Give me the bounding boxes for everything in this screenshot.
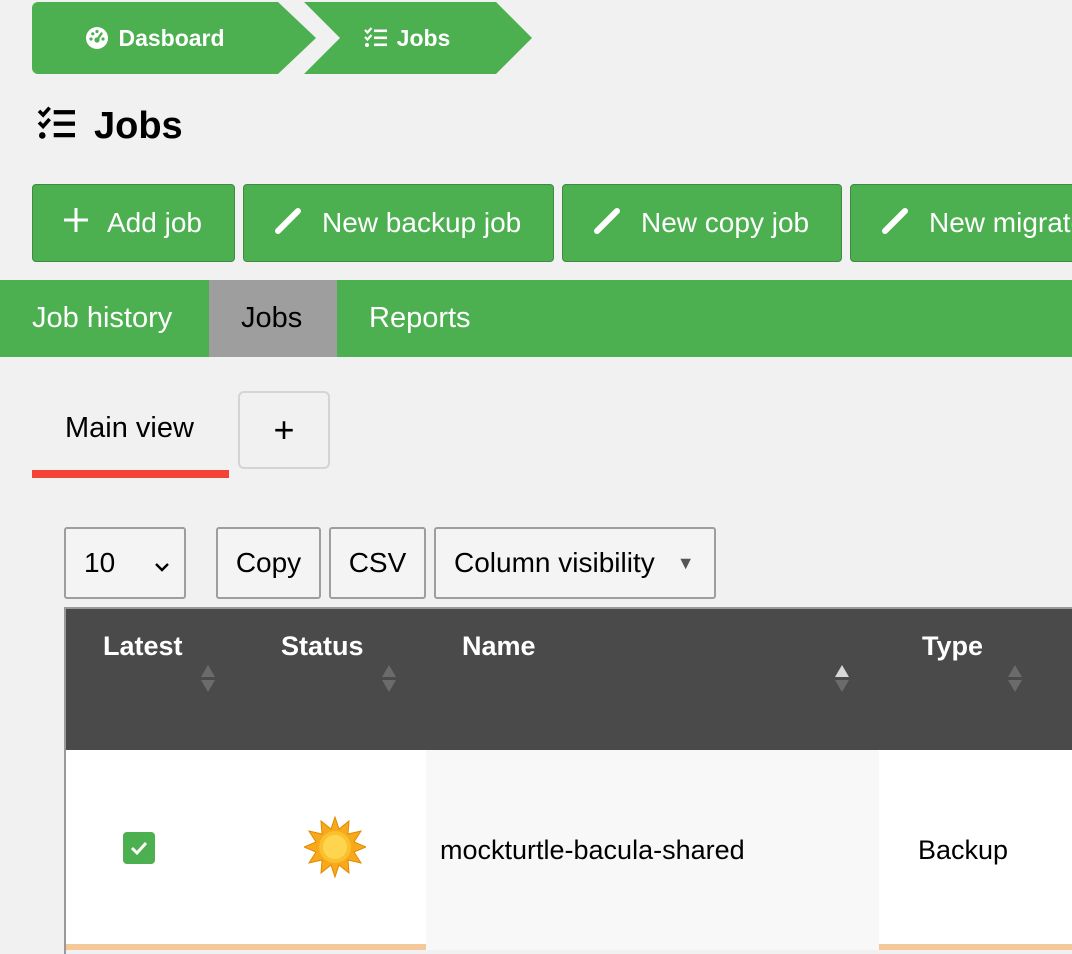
cell-status — [244, 750, 426, 950]
column-visibility-button[interactable]: Column visibility ▼ — [434, 527, 716, 599]
nav-jobs[interactable]: Jobs — [209, 280, 337, 357]
column-header-label: Name — [462, 631, 536, 661]
add-job-button[interactable]: Add job — [32, 184, 235, 262]
tasks-list-icon — [363, 27, 388, 49]
cell-name[interactable]: mockturtle-bacula-shared — [426, 750, 879, 950]
page-length-select[interactable]: 10 — [64, 527, 186, 599]
page-title-text: Jobs — [94, 105, 183, 147]
column-header-label: Latest — [103, 631, 183, 661]
new-migrate-job-label: New migrate job — [929, 207, 1072, 238]
nav-reports[interactable]: Reports — [337, 280, 503, 357]
table-row[interactable]: mockturtle-bacula-shared Backup — [66, 750, 1072, 950]
pencil-icon — [274, 205, 304, 242]
pencil-icon — [593, 205, 623, 242]
pencil-icon — [881, 205, 911, 242]
new-backup-job-label: New backup job — [322, 207, 522, 238]
sort-icon — [1007, 665, 1023, 692]
sun-icon — [302, 814, 368, 885]
breadcrumb-dashboard[interactable]: Dasboard — [32, 2, 316, 74]
csv-button[interactable]: CSV — [329, 527, 426, 599]
new-backup-job-button[interactable]: New backup job — [243, 184, 554, 262]
column-header-latest[interactable]: Latest — [66, 609, 244, 750]
breadcrumb-jobs[interactable]: Jobs — [304, 2, 532, 74]
chevron-down-icon — [154, 547, 170, 579]
new-copy-job-button[interactable]: New copy job — [562, 184, 842, 262]
breadcrumb-jobs-label: Jobs — [396, 24, 451, 51]
caret-down-icon: ▼ — [676, 552, 695, 573]
new-migrate-job-button[interactable]: New migrate job — [850, 184, 1072, 262]
column-header-label: Type — [922, 631, 984, 661]
cell-latest — [66, 750, 244, 950]
add-view-button[interactable]: + — [238, 391, 330, 469]
table-header: Latest Status Name Type — [66, 609, 1072, 750]
plus-icon — [63, 207, 89, 240]
tasks-list-icon — [36, 105, 78, 147]
new-copy-job-label: New copy job — [641, 207, 810, 238]
sort-icon — [834, 665, 850, 692]
column-visibility-label: Column visibility — [454, 547, 655, 578]
page-title: Jobs — [36, 104, 183, 148]
column-header-status[interactable]: Status — [244, 609, 426, 750]
action-buttons: Add job New backup job New copy job New … — [32, 184, 1072, 262]
page-length-value: 10 — [84, 547, 116, 578]
nav-job-history[interactable]: Job history — [0, 280, 204, 357]
column-header-label: Status — [281, 631, 364, 661]
navigation-bar: Job history Jobs Reports — [0, 280, 1072, 357]
column-header-type[interactable]: Type — [879, 609, 1072, 750]
add-job-label: Add job — [107, 207, 202, 238]
copy-button[interactable]: Copy — [216, 527, 321, 599]
tab-main-view[interactable]: Main view — [32, 392, 229, 478]
jobs-table: Latest Status Name Type mockturtle-bacul… — [64, 607, 1072, 954]
check-icon — [123, 832, 155, 864]
column-header-name[interactable]: Name — [426, 609, 879, 750]
sort-icon — [200, 665, 216, 692]
cell-type: Backup — [918, 834, 1009, 865]
breadcrumb-dashboard-label: Dasboard — [118, 24, 225, 51]
sort-icon — [381, 665, 397, 692]
dashboard-icon — [85, 26, 109, 50]
